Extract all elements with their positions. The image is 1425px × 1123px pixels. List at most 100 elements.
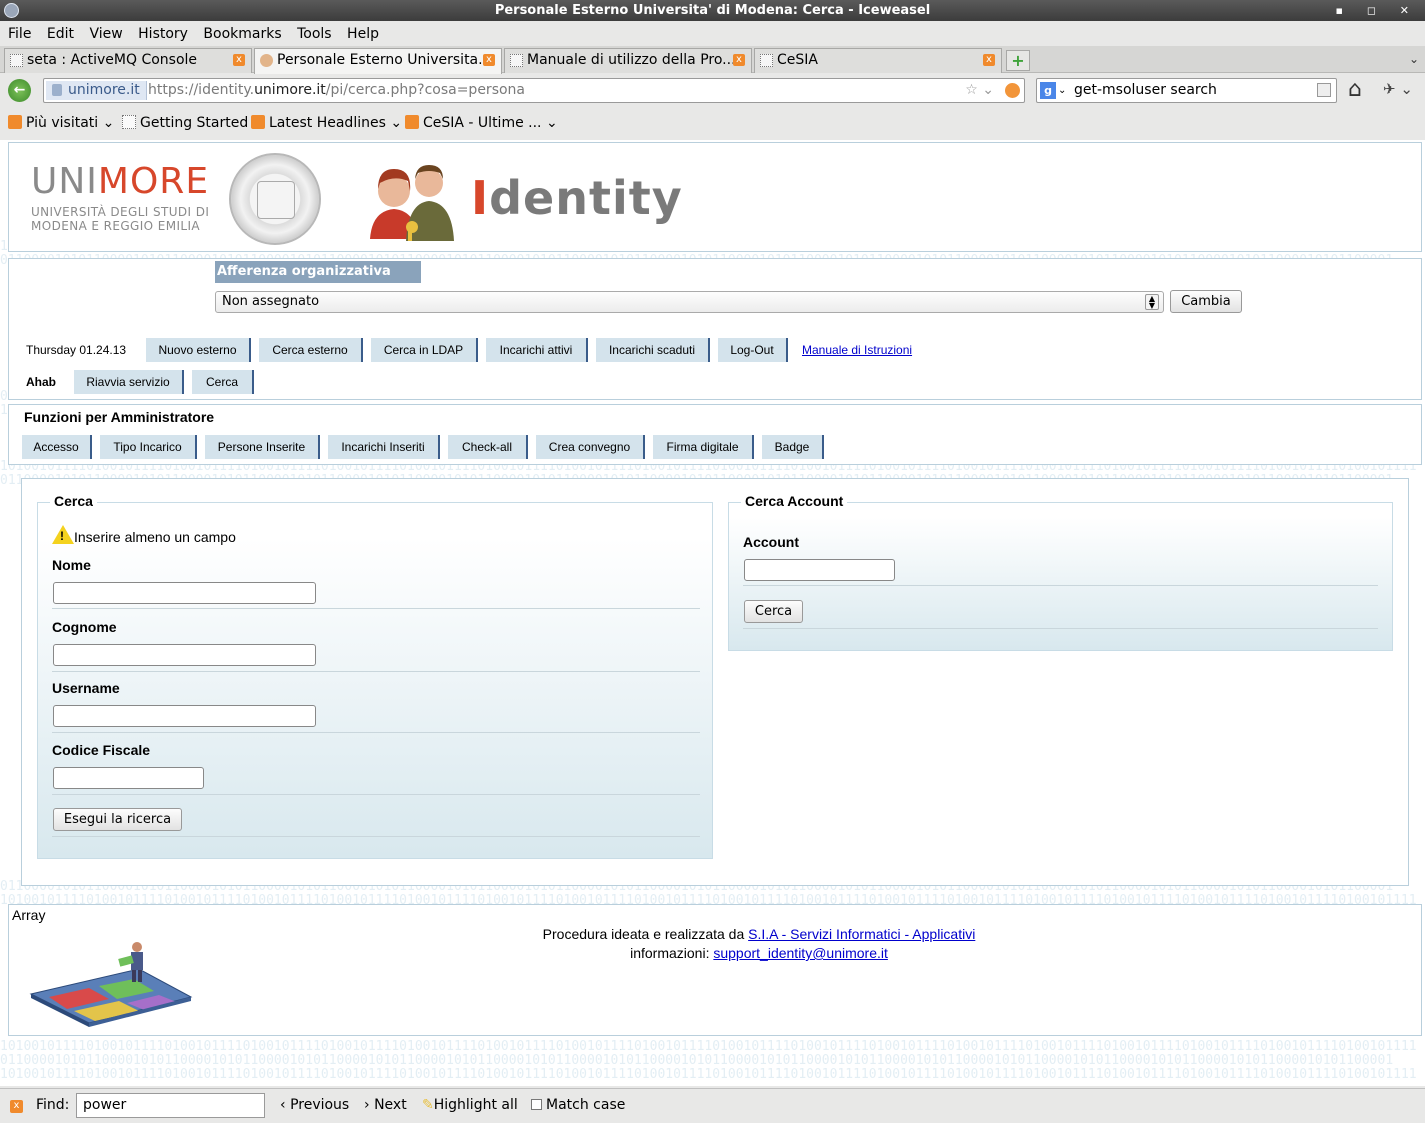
search-input[interactable]: get-msoluser search xyxy=(1074,79,1217,102)
home-icon[interactable]: ⌂ xyxy=(1348,78,1362,102)
tab-cesia[interactable]: CeSIA x xyxy=(754,48,1002,73)
chevron-down-icon[interactable]: ⌄ xyxy=(1058,79,1066,102)
info-prefix: informazioni: xyxy=(630,945,710,961)
app-title-initial: I xyxy=(471,171,490,225)
url-bar[interactable]: unimore.it https://identity.unimore.it/p… xyxy=(43,78,1025,103)
logout-button[interactable]: Log-Out xyxy=(718,338,788,362)
tab-activemq[interactable]: seta : ActiveMQ Console x xyxy=(4,48,252,73)
tab-manuale[interactable]: Manuale di utilizzo della Pro... x xyxy=(504,48,752,73)
check-all-button[interactable]: Check-all xyxy=(448,435,528,459)
cambia-button[interactable]: Cambia xyxy=(1170,290,1242,313)
cognome-label: Cognome xyxy=(52,619,117,635)
account-input[interactable] xyxy=(744,559,895,581)
close-find-bar-icon[interactable]: x xyxy=(10,1100,23,1113)
chevron-down-icon: ⌄ xyxy=(102,115,115,131)
accesso-button[interactable]: Accesso xyxy=(22,435,92,459)
divider xyxy=(52,794,700,795)
logo-wordmark: UNIMORE xyxy=(31,163,209,201)
incarichi-attivi-button[interactable]: Incarichi attivi xyxy=(486,338,588,362)
bookmark-latest-headlines[interactable]: Latest Headlines ⌄ xyxy=(251,115,402,131)
google-icon[interactable]: g xyxy=(1040,82,1056,99)
cerca-nav-button[interactable]: Cerca xyxy=(192,370,254,394)
logo-more: MORE xyxy=(97,161,210,202)
cerca-esterno-button[interactable]: Cerca esterno xyxy=(259,338,363,362)
bookmark-label: Getting Started xyxy=(140,115,249,131)
tipo-incarico-button[interactable]: Tipo Incarico xyxy=(100,435,197,459)
cerca-account-button[interactable]: Cerca xyxy=(744,600,803,623)
menu-history[interactable]: History xyxy=(130,22,191,42)
logo-subtitle: UNIVERSITÀ DEGLI STUDI DI MODENA E REGGIO… xyxy=(31,205,209,233)
header-panel: UNIMORE UNIVERSITÀ DEGLI STUDI DI MODENA … xyxy=(8,142,1422,252)
tab-list-icon[interactable]: ⌄ xyxy=(1409,52,1419,66)
back-button[interactable]: ← xyxy=(8,79,31,102)
find-input[interactable]: power xyxy=(76,1093,265,1118)
credit-prefix: Procedura ideata e realizzata da xyxy=(542,926,745,942)
divider xyxy=(52,732,700,733)
menu-tools[interactable]: Tools xyxy=(289,22,335,42)
app-title-rest: dentity xyxy=(489,171,683,225)
window-title: Personale Esterno Universita' di Modena:… xyxy=(494,3,931,18)
site-identity-button[interactable]: unimore.it xyxy=(46,81,147,100)
bookmark-getting-started[interactable]: Getting Started xyxy=(122,115,248,131)
bookmark-label: CeSIA - Ultime ... xyxy=(423,115,542,131)
codice-fiscale-input[interactable] xyxy=(53,767,204,789)
university-seal-icon xyxy=(229,153,321,245)
match-case-label: Match case xyxy=(546,1097,626,1113)
close-tab-icon[interactable]: x xyxy=(233,54,245,66)
bookmark-piu-visitati[interactable]: Più visitati ⌄ xyxy=(8,115,114,131)
close-tab-icon[interactable]: x xyxy=(983,54,995,66)
find-next-button[interactable]: › Next xyxy=(364,1097,407,1113)
iceweasel-icon[interactable] xyxy=(4,3,19,18)
window-controls[interactable]: ▪ ◻ ✕ xyxy=(1336,0,1419,21)
checkbox-icon xyxy=(531,1099,542,1110)
nuovo-esterno-button[interactable]: Nuovo esterno xyxy=(146,338,251,362)
current-date: Thursday 01.24.13 xyxy=(26,343,127,357)
info-line: informazioni: support_identity@unimore.i… xyxy=(9,945,1425,961)
cerca-ldap-button[interactable]: Cerca in LDAP xyxy=(371,338,478,362)
badge-button[interactable]: Badge xyxy=(762,435,824,459)
riavvia-servizio-button[interactable]: Riavvia servizio xyxy=(74,370,184,394)
incarichi-inseriti-button[interactable]: Incarichi Inseriti xyxy=(328,435,440,459)
chevron-down-icon: ⌄ xyxy=(545,115,558,131)
bookmark-star-icon[interactable]: ☆ ⌄ xyxy=(965,79,994,102)
find-previous-button[interactable]: ‹ Previous xyxy=(280,1097,349,1113)
feed-icon[interactable] xyxy=(1005,83,1020,98)
persone-inserite-button[interactable]: Persone Inserite xyxy=(205,435,320,459)
account-label: Account xyxy=(743,534,799,550)
addon-icon[interactable]: ✈ ⌄ xyxy=(1383,80,1413,98)
url-prefix: https://identity. xyxy=(148,82,255,98)
username-input[interactable] xyxy=(53,705,316,727)
highlight-all-button[interactable]: ✎Highlight all xyxy=(422,1097,518,1113)
menu-help[interactable]: Help xyxy=(339,22,382,42)
sia-link[interactable]: S.I.A - Servizi Informatici - Applicativ… xyxy=(748,926,975,942)
menu-file[interactable]: File xyxy=(0,22,34,42)
crea-convegno-button[interactable]: Crea convegno xyxy=(536,435,645,459)
nome-input[interactable] xyxy=(53,582,316,604)
incarichi-scaduti-button[interactable]: Incarichi scaduti xyxy=(596,338,710,362)
match-case-checkbox[interactable]: Match case xyxy=(531,1097,625,1113)
divider xyxy=(52,671,700,672)
page-icon xyxy=(510,54,523,67)
folder-icon xyxy=(8,115,22,129)
search-bar[interactable]: g ⌄ get-msoluser search xyxy=(1036,78,1337,103)
page-icon xyxy=(10,54,23,67)
menu-bookmarks[interactable]: Bookmarks xyxy=(195,22,284,42)
manuale-istruzioni-link[interactable]: Manuale di Istruzioni xyxy=(802,343,912,357)
tab-personale-esterno[interactable]: Personale Esterno Universita... x xyxy=(254,48,502,74)
divider xyxy=(743,628,1378,629)
admin-title: Funzioni per Amministratore xyxy=(24,409,215,425)
cognome-input[interactable] xyxy=(53,644,316,666)
search-icon[interactable] xyxy=(1317,83,1331,97)
close-tab-icon[interactable]: x xyxy=(733,54,745,66)
new-tab-button[interactable]: + xyxy=(1006,50,1030,71)
close-tab-icon[interactable]: x xyxy=(483,54,495,66)
support-email-link[interactable]: support_identity@unimore.it xyxy=(713,945,888,961)
menu-view[interactable]: View xyxy=(81,22,125,42)
esegui-ricerca-button[interactable]: Esegui la ricerca xyxy=(53,808,182,831)
url-text[interactable]: https://identity.unimore.it/pi/cerca.php… xyxy=(148,79,525,102)
affiliation-title: Afferenza organizzativa xyxy=(215,261,421,283)
firma-digitale-button[interactable]: Firma digitale xyxy=(653,435,754,459)
menu-edit[interactable]: Edit xyxy=(39,22,77,42)
bookmark-cesia[interactable]: CeSIA - Ultime ... ⌄ xyxy=(405,115,558,131)
affiliation-select[interactable]: Non assegnato ▲ ▼ xyxy=(215,291,1164,313)
